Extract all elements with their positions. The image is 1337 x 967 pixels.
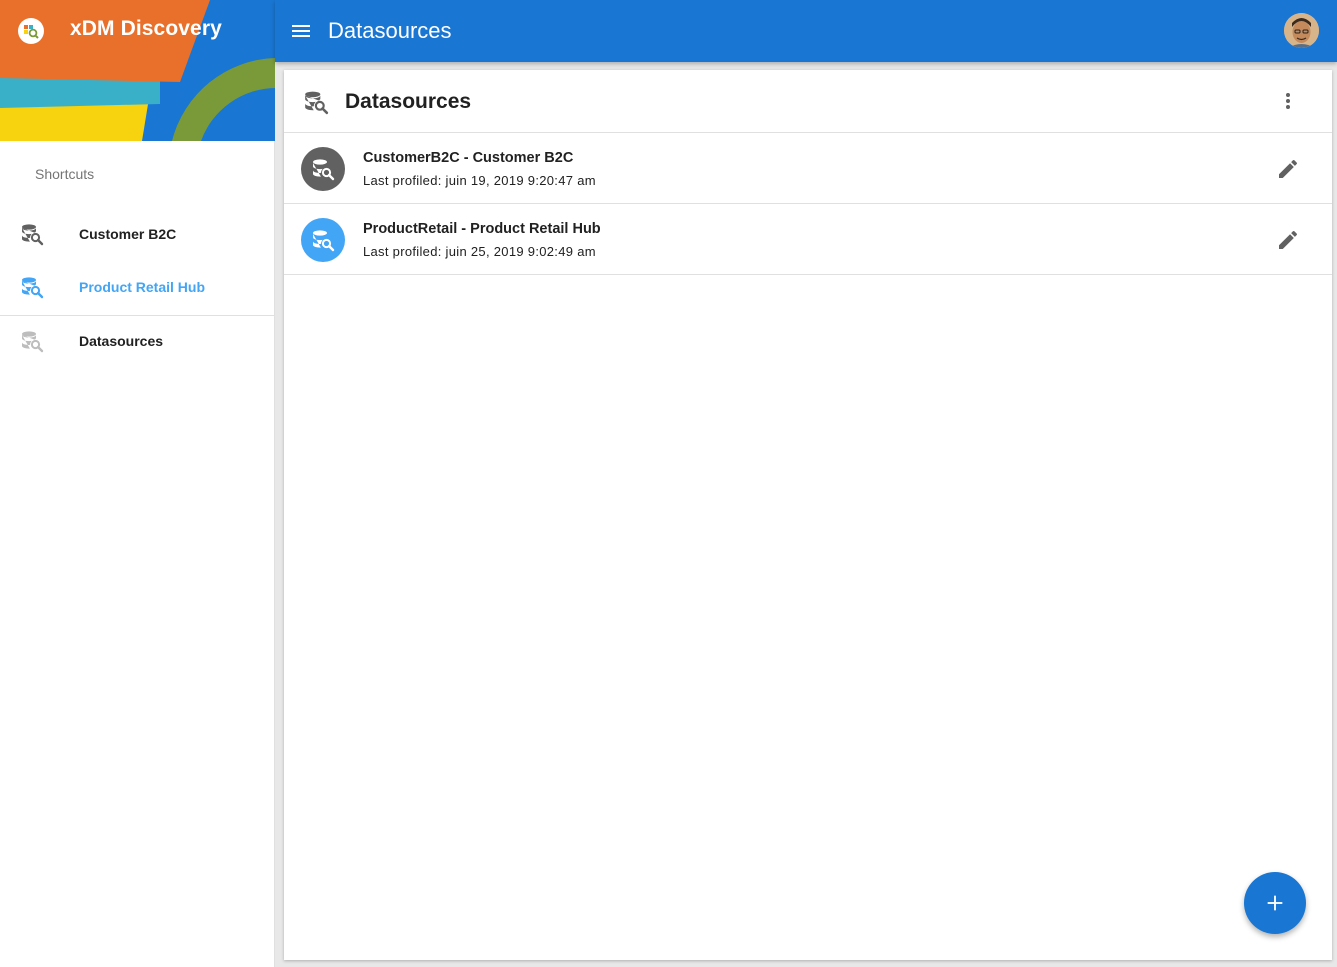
datasources-panel: Datasources CustomerB2C - Customer B2C L… (284, 70, 1332, 960)
top-app-bar: Datasources (275, 0, 1337, 62)
datasource-search-icon (313, 230, 335, 252)
shortcuts-section-label: Shortcuts (35, 166, 95, 182)
list-item[interactable]: CustomerB2C - Customer B2C Last profiled… (284, 133, 1332, 204)
datasource-avatar (301, 147, 345, 191)
xdm-discovery-logo-icon (18, 18, 44, 44)
panel-header: Datasources (284, 70, 1332, 133)
add-datasource-button[interactable] (1244, 872, 1306, 934)
plus-icon (1267, 895, 1283, 911)
last-profiled-text: Last profiled: juin 19, 2019 9:20:47 am (363, 173, 596, 188)
edit-pencil-icon[interactable] (1276, 157, 1300, 181)
datasource-search-icon (305, 91, 329, 115)
sidebar-header-banner: xDM Discovery (0, 0, 275, 141)
datasource-search-icon (22, 277, 44, 299)
sidebar-item-customer-b2c[interactable]: Customer B2C (0, 208, 275, 260)
app-name: xDM Discovery (70, 17, 222, 40)
datasource-title: CustomerB2C - Customer B2C (363, 150, 574, 166)
hamburger-menu-icon[interactable] (289, 19, 313, 43)
sidebar-item-label: Product Retail Hub (79, 279, 206, 295)
sidebar-item-label: Customer B2C (79, 226, 177, 242)
panel-title: Datasources (345, 90, 472, 113)
edit-pencil-icon[interactable] (1276, 228, 1300, 252)
last-profiled-text: Last profiled: juin 25, 2019 9:02:49 am (363, 244, 596, 259)
sidebar-item-label: Datasources (79, 333, 164, 349)
datasource-search-icon (22, 224, 44, 246)
datasource-search-icon (22, 331, 44, 353)
sidebar-item-datasources[interactable]: Datasources (0, 315, 275, 367)
more-vertical-icon[interactable] (1276, 89, 1300, 113)
user-avatar[interactable] (1284, 13, 1319, 48)
datasource-avatar (301, 218, 345, 262)
sidebar: xDM Discovery Shortcuts Customer B2C Pro… (0, 0, 275, 967)
sidebar-item-product-retail-hub[interactable]: Product Retail Hub (0, 261, 275, 313)
list-item[interactable]: ProductRetail - Product Retail Hub Last … (284, 204, 1332, 275)
datasource-title: ProductRetail - Product Retail Hub (363, 221, 601, 237)
page-title: Datasources (328, 18, 452, 43)
datasource-search-icon (313, 159, 335, 181)
